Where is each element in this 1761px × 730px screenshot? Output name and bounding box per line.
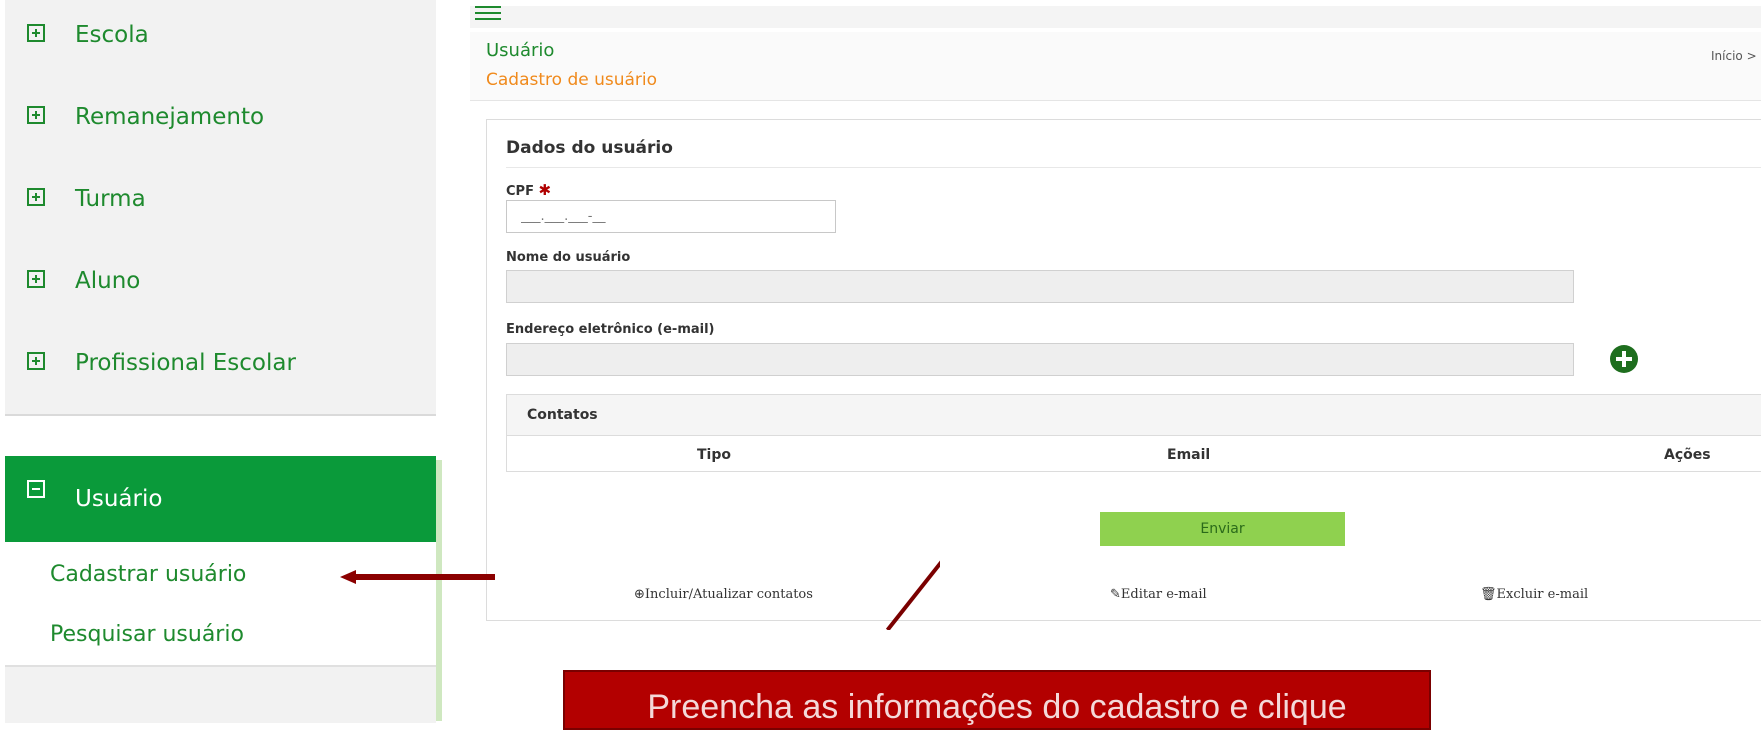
cpf-input[interactable] <box>506 200 836 233</box>
plus-square-icon <box>27 24 45 42</box>
form-section-title: Dados do usuário <box>506 138 673 158</box>
minus-square-icon <box>27 480 45 498</box>
sidebar-bottom-panel <box>5 665 436 723</box>
page-subtitle: Cadastro de usuário <box>486 70 658 90</box>
breadcrumb[interactable]: Início > <box>1711 49 1757 63</box>
sidebar-item-aluno[interactable]: Aluno <box>5 246 436 334</box>
column-header-acoes: Ações <box>1664 447 1711 463</box>
hamburger-menu-icon[interactable] <box>475 6 501 22</box>
include-contacts-legend: ⊕Incluir/Atualizar contatos <box>634 587 813 602</box>
column-header-email: Email <box>1167 447 1211 463</box>
plus-square-icon <box>27 106 45 124</box>
delete-email-legend: 🗑Excluir e-mail <box>1480 587 1589 602</box>
instruction-text: Preencha as informações do cadastro e cl… <box>647 688 1347 726</box>
plus-square-icon <box>27 352 45 370</box>
pencil-icon: ✎ <box>1110 587 1121 602</box>
sidebar-edge-strip <box>436 460 442 721</box>
sidebar-item-remanejamento[interactable]: Remanejamento <box>5 82 436 170</box>
sidebar-item-profissional-escolar[interactable]: Profissional Escolar <box>5 328 436 416</box>
sidebar: Escola Remanejamento Turma Aluno Profiss… <box>0 0 440 723</box>
page-title: Usuário <box>486 40 555 61</box>
name-field <box>506 270 1574 303</box>
name-label: Nome do usuário <box>506 250 631 265</box>
submenu-cadastrar-usuario[interactable]: Cadastrar usuário <box>50 562 246 587</box>
contacts-table-header: Contatos <box>507 395 1761 436</box>
email-label: Endereço eletrônico (e-mail) <box>506 322 715 337</box>
sidebar-item-usuario[interactable]: Usuário <box>5 456 436 542</box>
sidebar-item-label: Usuário <box>75 486 163 512</box>
contacts-title: Contatos <box>527 407 598 423</box>
instruction-callout: Preencha as informações do cadastro e cl… <box>563 670 1431 730</box>
plus-square-icon <box>27 270 45 288</box>
sidebar-item-escola[interactable]: Escola <box>5 0 436 88</box>
top-bar <box>470 6 1761 28</box>
add-email-icon[interactable] <box>1610 345 1638 373</box>
sidebar-item-label: Turma <box>75 186 146 212</box>
cpf-label: CPF ✱ <box>506 181 552 199</box>
sidebar-item-label: Escola <box>75 22 149 48</box>
sidebar-item-label: Profissional Escolar <box>75 350 296 376</box>
edit-email-legend: ✎Editar e-mail <box>1110 587 1207 602</box>
plus-square-icon <box>27 188 45 206</box>
email-field <box>506 343 1574 376</box>
submenu-pesquisar-usuario[interactable]: Pesquisar usuário <box>50 622 244 647</box>
required-asterisk-icon: ✱ <box>538 181 552 199</box>
usuario-submenu: Cadastrar usuário Pesquisar usuário <box>5 544 436 664</box>
divider <box>506 167 1761 168</box>
sidebar-item-label: Remanejamento <box>75 104 265 130</box>
sidebar-item-label: Aluno <box>75 268 141 294</box>
sidebar-item-turma[interactable]: Turma <box>5 164 436 252</box>
page-header <box>470 32 1761 101</box>
submit-button[interactable]: Enviar <box>1100 512 1345 546</box>
annotation-pointer-line <box>885 560 940 630</box>
plus-circle-icon: ⊕ <box>634 587 645 602</box>
column-header-tipo: Tipo <box>697 447 731 463</box>
trash-icon: 🗑 <box>1480 587 1497 602</box>
contacts-table: Contatos Tipo Email Ações <box>506 394 1761 472</box>
annotation-arrow-icon <box>340 570 495 584</box>
